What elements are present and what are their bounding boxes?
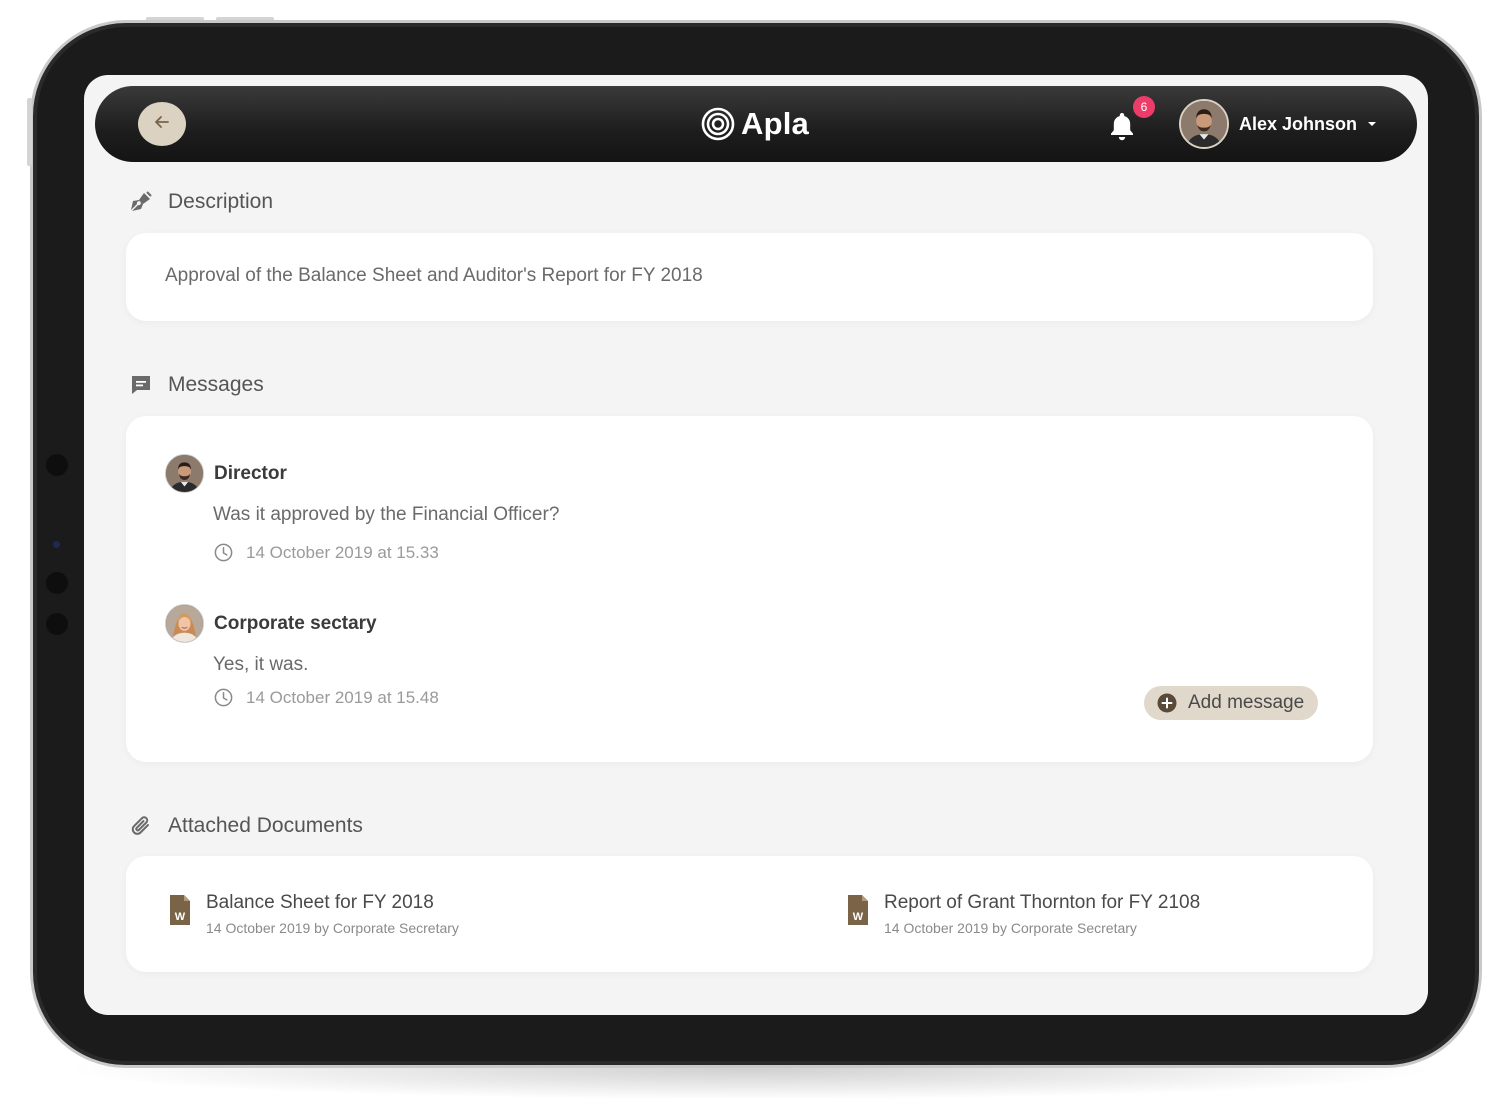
description-text: Approval of the Balance Sheet and Audito… — [165, 265, 703, 286]
document-title: Report of Grant Thornton for FY 2108 — [884, 892, 1201, 913]
hardware-button — [27, 98, 32, 166]
camera-lens — [53, 541, 60, 548]
clock-icon — [213, 542, 234, 563]
message-author: Director — [214, 462, 287, 484]
message-author: Corporate sectary — [214, 612, 377, 634]
messages-header: Messages — [128, 372, 264, 398]
document-meta: 14 October 2019 by Corporate Secretary — [884, 920, 1137, 936]
arrow-left-icon — [152, 112, 172, 137]
message-item: Corporate sectary — [165, 604, 377, 643]
documents-card: W Balance Sheet for FY 2018 14 October 2… — [126, 856, 1373, 972]
svg-text:W: W — [853, 911, 864, 923]
plus-circle-icon — [1156, 692, 1178, 714]
messages-card: Director Was it approved by the Financia… — [126, 416, 1373, 762]
document-item[interactable]: W Balance Sheet for FY 2018 14 October 2… — [168, 892, 459, 936]
pen-nib-icon — [128, 189, 154, 215]
description-card: Approval of the Balance Sheet and Audito… — [126, 233, 1373, 321]
message-text: Was it approved by the Financial Officer… — [213, 504, 560, 525]
notification-badge: 6 — [1133, 96, 1155, 118]
sensor-dot — [46, 454, 68, 476]
message-text: Yes, it was. — [213, 654, 309, 675]
sensor-dot — [46, 572, 68, 594]
back-button[interactable] — [138, 102, 186, 146]
brand-logo[interactable]: Apla — [701, 104, 809, 144]
documents-header: Attached Documents — [128, 813, 363, 839]
avatar — [165, 604, 204, 643]
word-document-icon: W — [168, 892, 192, 926]
sensor-dot — [46, 613, 68, 635]
document-item[interactable]: W Report of Grant Thornton for FY 2108 1… — [846, 892, 1200, 936]
bell-icon — [1107, 110, 1137, 142]
concentric-circles-icon — [701, 107, 735, 141]
notifications-button[interactable] — [1107, 110, 1137, 142]
description-header: Description — [128, 189, 273, 215]
message-timestamp: 14 October 2019 at 15.48 — [213, 687, 439, 708]
top-bar: Apla 6 Alex Johnson — [95, 86, 1417, 162]
message-item: Director — [165, 454, 287, 493]
caret-down-icon — [1367, 120, 1377, 128]
word-document-icon: W — [846, 892, 870, 926]
timestamp-text: 14 October 2019 at 15.33 — [246, 542, 439, 562]
timestamp-text: 14 October 2019 at 15.48 — [246, 687, 439, 707]
document-title: Balance Sheet for FY 2018 — [206, 892, 434, 913]
user-menu[interactable]: Alex Johnson — [1179, 99, 1377, 149]
clock-icon — [213, 687, 234, 708]
section-title: Messages — [168, 373, 264, 396]
user-name: Alex Johnson — [1239, 113, 1358, 134]
document-meta: 14 October 2019 by Corporate Secretary — [206, 920, 459, 936]
add-message-button[interactable]: Add message — [1144, 686, 1319, 720]
add-message-label: Add message — [1188, 692, 1305, 713]
message-timestamp: 14 October 2019 at 15.33 — [213, 542, 439, 563]
app-screen: Apla 6 Alex Johnson Description Approval… — [84, 75, 1428, 1015]
avatar — [1179, 99, 1229, 149]
section-title: Attached Documents — [168, 814, 363, 837]
section-title: Description — [168, 190, 274, 213]
paperclip-icon — [128, 813, 154, 839]
svg-text:W: W — [175, 911, 186, 923]
chat-bubble-icon — [128, 372, 154, 398]
brand-name: Apla — [741, 106, 809, 141]
avatar — [165, 454, 204, 493]
